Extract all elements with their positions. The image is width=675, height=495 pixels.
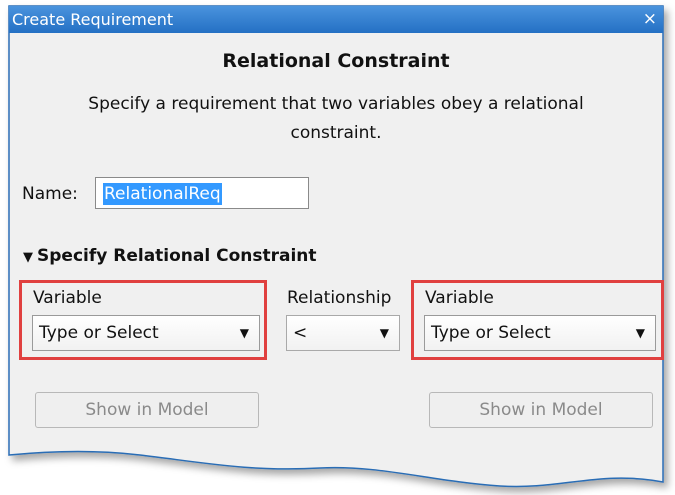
dialog-content: Relational Constraint Specify a requirem…	[9, 33, 664, 453]
chevron-down-icon: ▼	[635, 326, 645, 340]
create-requirement-dialog: Create Requirement × Relational Constrai…	[0, 0, 675, 495]
right-show-in-model-button[interactable]: Show in Model	[429, 392, 653, 428]
left-variable-dropdown[interactable]: Type or Select ▼	[32, 315, 260, 351]
section-header[interactable]: ▼ Specify Relational Constraint	[23, 246, 317, 266]
description-text: Specify a requirement that two variables…	[88, 94, 584, 143]
name-input[interactable]: RelationalReq	[95, 177, 309, 209]
relationship-label: Relationship	[287, 288, 392, 308]
page-title: Relational Constraint	[222, 50, 450, 72]
left-variable-label: Variable	[33, 288, 102, 308]
right-variable-dropdown[interactable]: Type or Select ▼	[424, 315, 656, 351]
title-bar: Create Requirement ×	[9, 6, 663, 33]
name-input-value: RelationalReq	[103, 183, 222, 205]
chevron-down-icon: ▼	[239, 326, 249, 340]
right-variable-value: Type or Select	[431, 323, 551, 343]
chevron-down-icon: ▼	[379, 326, 389, 340]
left-variable-value: Type or Select	[39, 323, 159, 343]
name-label: Name:	[22, 184, 78, 204]
left-show-in-model-button[interactable]: Show in Model	[35, 392, 259, 428]
relationship-dropdown[interactable]: < ▼	[286, 315, 400, 351]
right-variable-label: Variable	[425, 288, 494, 308]
section-title: Specify Relational Constraint	[37, 246, 317, 266]
window-title: Create Requirement	[12, 10, 174, 29]
close-icon[interactable]: ×	[643, 6, 657, 33]
expand-triangle-icon[interactable]: ▼	[23, 250, 33, 265]
relationship-value: <	[293, 323, 308, 343]
